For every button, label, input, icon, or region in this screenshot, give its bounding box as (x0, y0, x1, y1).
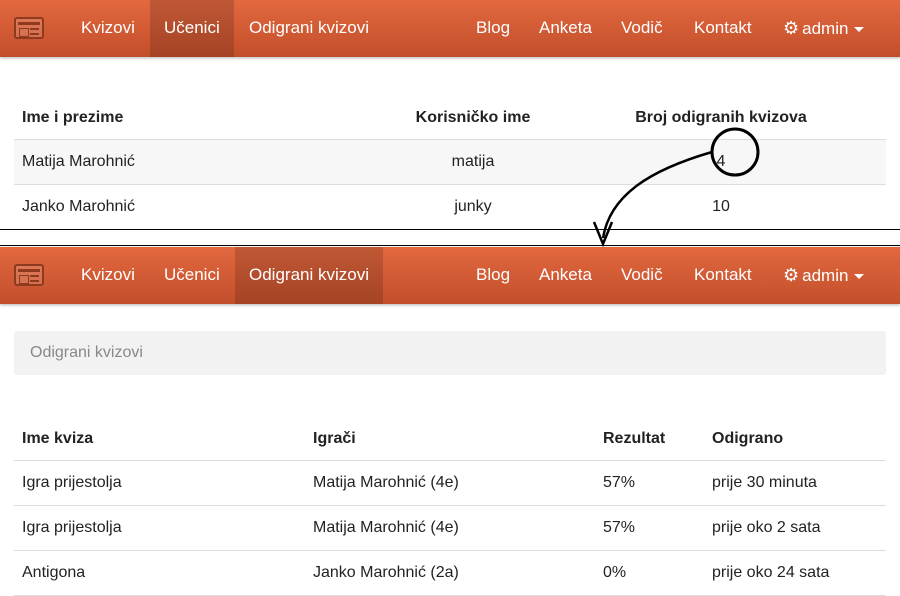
arrow-line (601, 150, 713, 239)
highlight-circle (710, 127, 760, 177)
annotation-arrow (592, 127, 760, 248)
